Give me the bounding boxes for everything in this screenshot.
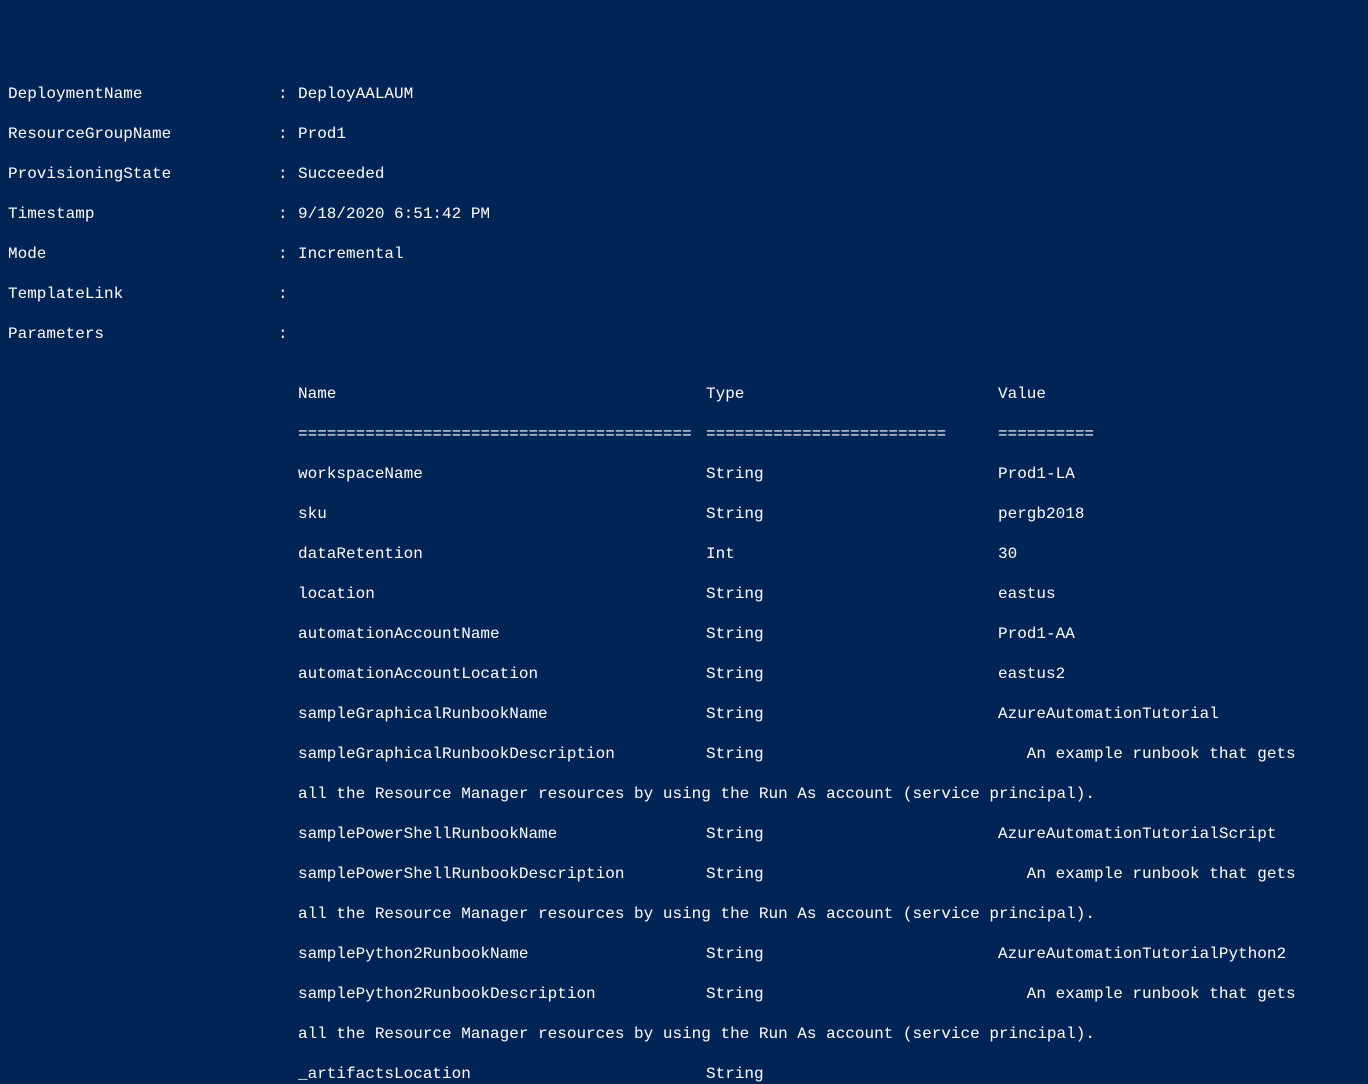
param-value: eastus2 — [998, 664, 1360, 684]
param-type: String — [706, 984, 998, 1004]
prop-value — [298, 324, 1360, 344]
param-name: _artifactsLocation — [298, 1064, 706, 1084]
prop-value: Prod1 — [298, 124, 1360, 144]
prop-label: Timestamp — [8, 204, 278, 224]
param-type: String — [706, 824, 998, 844]
param-value: Prod1-LA — [998, 464, 1360, 484]
param-sample-python2-runbook-name: samplePython2RunbookNameStringAzureAutom… — [298, 944, 1360, 964]
prop-value — [298, 284, 1360, 304]
divider-value: ========== — [998, 424, 1360, 444]
param-type: String — [706, 704, 998, 724]
prop-deployment-name: DeploymentName:DeployAALAUM — [8, 84, 1360, 104]
param-location: locationStringeastus — [298, 584, 1360, 604]
param-type: String — [706, 864, 998, 884]
param-name: automationAccountName — [298, 624, 706, 644]
param-type: String — [706, 744, 998, 764]
param-sku: skuStringpergb2018 — [298, 504, 1360, 524]
divider-type: ========================= — [706, 424, 998, 444]
param-type: Int — [706, 544, 998, 564]
param-name: samplePowerShellRunbookName — [298, 824, 706, 844]
param-data-retention: dataRetentionInt30 — [298, 544, 1360, 564]
parameters-table: NameTypeValue ==========================… — [298, 364, 1360, 1084]
param-name: sku — [298, 504, 706, 524]
param-name: workspaceName — [298, 464, 706, 484]
param-artifacts-location: _artifactsLocationString — [298, 1064, 1360, 1084]
parameters-header: NameTypeValue — [298, 384, 1360, 404]
prop-mode: Mode:Incremental — [8, 244, 1360, 264]
param-value: AzureAutomationTutorialScript — [998, 824, 1360, 844]
prop-timestamp: Timestamp:9/18/2020 6:51:42 PM — [8, 204, 1360, 224]
param-type: String — [706, 624, 998, 644]
param-sample-graphical-runbook-name: sampleGraphicalRunbookNameStringAzureAut… — [298, 704, 1360, 724]
prop-label: Parameters — [8, 324, 278, 344]
prop-label: DeploymentName — [8, 84, 278, 104]
param-type: String — [706, 504, 998, 524]
prop-label: TemplateLink — [8, 284, 278, 304]
param-value: AzureAutomationTutorialPython2 — [998, 944, 1360, 964]
colon: : — [278, 284, 298, 304]
header-type: Type — [706, 384, 998, 404]
param-value — [998, 1064, 1360, 1084]
param-description-wrap: all the Resource Manager resources by us… — [298, 784, 1360, 804]
param-automation-account-location: automationAccountLocationStringeastus2 — [298, 664, 1360, 684]
colon: : — [278, 204, 298, 224]
param-value: An example runbook that gets — [998, 984, 1360, 1004]
param-workspace-name: workspaceNameStringProd1-LA — [298, 464, 1360, 484]
param-value: pergb2018 — [998, 504, 1360, 524]
param-name: sampleGraphicalRunbookDescription — [298, 744, 706, 764]
prop-template-link: TemplateLink: — [8, 284, 1360, 304]
param-name: dataRetention — [298, 544, 706, 564]
prop-label: Mode — [8, 244, 278, 264]
param-sample-powershell-runbook-description: samplePowerShellRunbookDescriptionString… — [298, 864, 1360, 884]
param-name: automationAccountLocation — [298, 664, 706, 684]
header-value: Value — [998, 384, 1360, 404]
param-sample-python2-runbook-description: samplePython2RunbookDescriptionString An… — [298, 984, 1360, 1004]
prop-parameters: Parameters: — [8, 324, 1360, 344]
prop-value: Succeeded — [298, 164, 1360, 184]
prop-resource-group-name: ResourceGroupName:Prod1 — [8, 124, 1360, 144]
param-name: samplePython2RunbookDescription — [298, 984, 706, 1004]
prop-value: DeployAALAUM — [298, 84, 1360, 104]
param-value: AzureAutomationTutorial — [998, 704, 1360, 724]
param-name: samplePython2RunbookName — [298, 944, 706, 964]
param-automation-account-name: automationAccountNameStringProd1-AA — [298, 624, 1360, 644]
parameters-divider: ========================================… — [298, 424, 1360, 444]
colon: : — [278, 244, 298, 264]
param-name: samplePowerShellRunbookDescription — [298, 864, 706, 884]
param-value: An example runbook that gets — [998, 744, 1360, 764]
prop-value: Incremental — [298, 244, 1360, 264]
param-name: location — [298, 584, 706, 604]
param-name: sampleGraphicalRunbookName — [298, 704, 706, 724]
param-type: String — [706, 464, 998, 484]
param-value: An example runbook that gets — [998, 864, 1360, 884]
param-sample-powershell-runbook-name: samplePowerShellRunbookNameStringAzureAu… — [298, 824, 1360, 844]
param-description-wrap: all the Resource Manager resources by us… — [298, 1024, 1360, 1044]
param-type: String — [706, 1064, 998, 1084]
header-name: Name — [298, 384, 706, 404]
prop-label: ProvisioningState — [8, 164, 278, 184]
param-type: String — [706, 664, 998, 684]
prop-provisioning-state: ProvisioningState:Succeeded — [8, 164, 1360, 184]
param-type: String — [706, 584, 998, 604]
colon: : — [278, 124, 298, 144]
param-value: 30 — [998, 544, 1360, 564]
param-value: eastus — [998, 584, 1360, 604]
param-description-wrap: all the Resource Manager resources by us… — [298, 904, 1360, 924]
prop-value: 9/18/2020 6:51:42 PM — [298, 204, 1360, 224]
colon: : — [278, 84, 298, 104]
prop-label: ResourceGroupName — [8, 124, 278, 144]
param-sample-graphical-runbook-description: sampleGraphicalRunbookDescriptionString … — [298, 744, 1360, 764]
param-type: String — [706, 944, 998, 964]
colon: : — [278, 164, 298, 184]
divider-name: ========================================… — [298, 424, 706, 444]
param-value: Prod1-AA — [998, 624, 1360, 644]
colon: : — [278, 324, 298, 344]
